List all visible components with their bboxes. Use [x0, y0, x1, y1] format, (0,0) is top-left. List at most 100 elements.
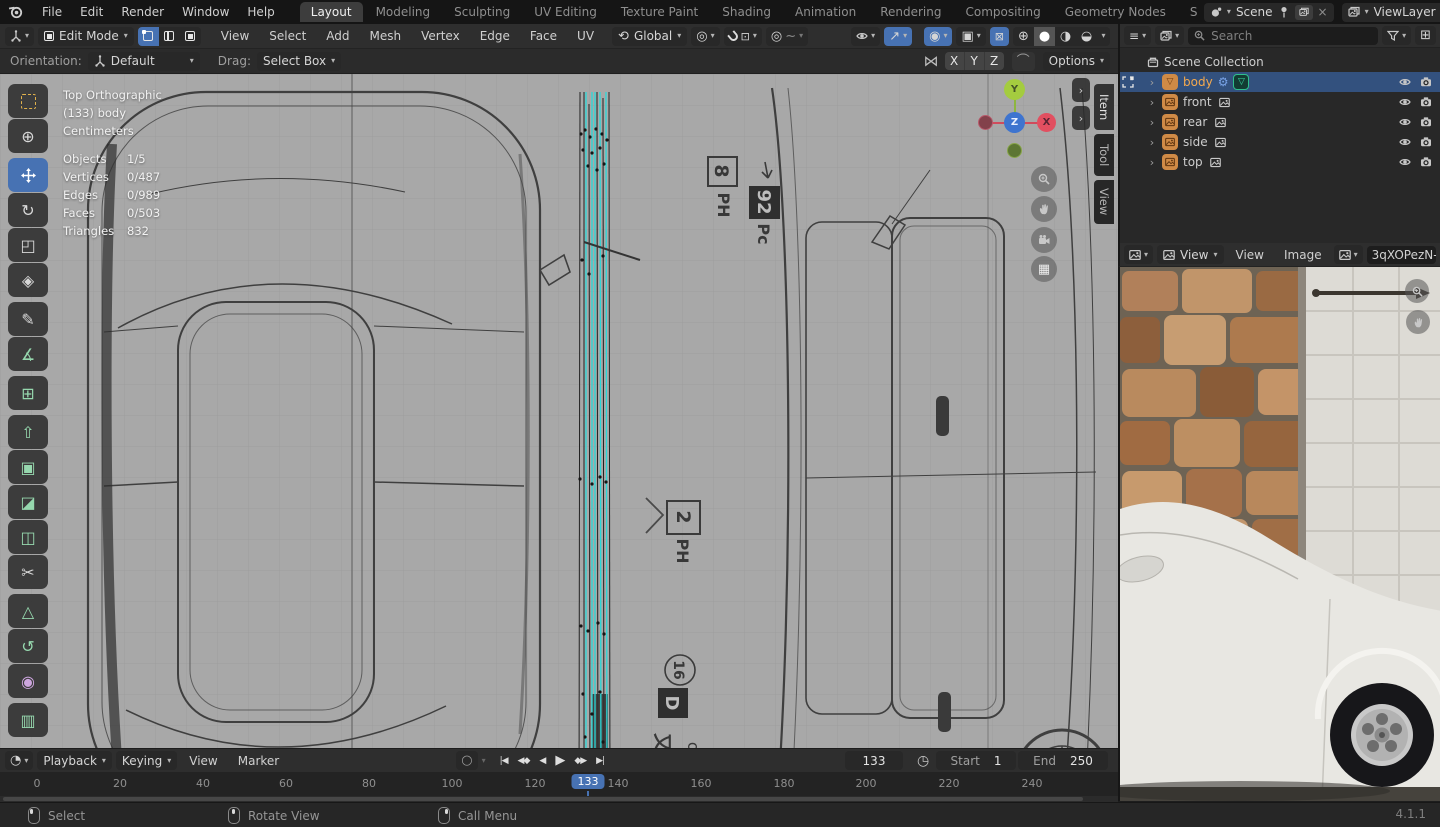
tool-move[interactable] [8, 158, 48, 192]
tab-scripting-truncated[interactable]: S [1179, 2, 1200, 22]
playhead[interactable]: 133 [571, 774, 605, 789]
tab-compositing[interactable]: Compositing [954, 2, 1051, 22]
outliner-row-rear[interactable]: › rear [1120, 112, 1440, 132]
gizmo-z-axis[interactable]: Z [1004, 112, 1025, 133]
blueprint-canvas[interactable]: 8 PH 92 Pc 2 PH 16 D 又は or 14 [0, 74, 1118, 748]
expand-icon[interactable]: › [1147, 96, 1157, 109]
pin-icon[interactable] [1278, 6, 1290, 18]
tool-poly-build[interactable]: △ [8, 594, 48, 628]
tool-inset-faces[interactable]: ▣ [8, 450, 48, 484]
auto-keying-dropdown[interactable]: ▾ [482, 756, 486, 765]
snap-group[interactable]: ⊡ ▾ [723, 26, 762, 46]
horizontal-scrollbar[interactable] [3, 797, 1083, 801]
options-dropdown[interactable]: Options ▾ [1042, 51, 1110, 71]
zoom-button[interactable] [1405, 279, 1429, 303]
tab-texture-paint[interactable]: Texture Paint [610, 2, 709, 22]
menu-view[interactable]: View [1228, 248, 1272, 262]
tool-add-cube[interactable]: ⊞ [8, 376, 48, 410]
auto-keying-toggle[interactable]: ○ [456, 751, 478, 770]
zoom-button[interactable] [1031, 166, 1057, 192]
axis-gizmo[interactable]: Y Z X [973, 78, 1063, 164]
disable-render-icon[interactable] [1420, 116, 1432, 128]
tool-spin[interactable]: ↺ [8, 629, 48, 663]
transform-orientation-dropdown[interactable]: ⟲ Global ▾ [612, 26, 688, 46]
disable-render-icon[interactable] [1420, 96, 1432, 108]
vertex-select-button[interactable] [137, 26, 159, 46]
menu-face[interactable]: Face [522, 29, 565, 43]
gizmo-y-axis[interactable]: Y [1004, 79, 1025, 100]
menu-marker[interactable]: Marker [230, 754, 287, 768]
mode-dropdown[interactable]: Edit Mode ▾ [38, 26, 134, 46]
tool-edge-slide[interactable]: ▥ [8, 703, 48, 737]
rendered-shading-button[interactable]: ◒ [1076, 27, 1097, 46]
proportional-falloff-button[interactable]: ⌒ [1011, 51, 1035, 71]
tool-annotate[interactable]: ✎ [8, 302, 48, 336]
editor-type-button[interactable]: ▾ [5, 26, 35, 46]
image-editor-canvas[interactable] [1118, 267, 1440, 801]
orientation-dropdown[interactable]: Default ▾ [87, 51, 200, 71]
material-preview-button[interactable]: ◑ [1055, 27, 1076, 46]
menu-window[interactable]: Window [173, 5, 238, 19]
tab-modeling[interactable]: Modeling [365, 2, 442, 22]
viewport-3d[interactable]: 8 PH 92 Pc 2 PH 16 D 又は or 14 Top Orthog… [0, 74, 1118, 748]
tool-transform[interactable]: ◈ [8, 263, 48, 297]
tool-bevel[interactable]: ◪ [8, 485, 48, 519]
tab-shading[interactable]: Shading [711, 2, 782, 22]
start-frame-field[interactable]: Start 1 [936, 751, 1016, 770]
menu-render[interactable]: Render [112, 5, 173, 19]
hide-eye-icon[interactable] [1399, 136, 1411, 148]
menu-help[interactable]: Help [238, 5, 283, 19]
jump-to-end-button[interactable]: ▶| [592, 753, 608, 768]
menu-view[interactable]: View [213, 29, 257, 43]
tool-smooth[interactable]: ◉ [8, 664, 48, 698]
expand-icon[interactable]: › [1147, 76, 1157, 89]
menu-mesh[interactable]: Mesh [362, 29, 410, 43]
scene-selector[interactable]: ▾ Scene × [1203, 2, 1334, 22]
overlays-dropdown[interactable]: ◉ ▾ [924, 26, 953, 46]
outliner-row-side[interactable]: › side [1120, 132, 1440, 152]
gizmo-neg-y-axis[interactable] [1007, 143, 1022, 158]
image-browse-button[interactable]: ▾ [1333, 245, 1363, 264]
outliner-row-body[interactable]: › ▽ body ⚙ ▽ [1120, 72, 1440, 92]
tab-sculpting[interactable]: Sculpting [443, 2, 521, 22]
collapsed-panel-handle[interactable]: › [1072, 78, 1090, 102]
tab-uv-editing[interactable]: UV Editing [523, 2, 608, 22]
tool-cursor[interactable]: ⊕ [8, 119, 48, 153]
tool-loop-cut[interactable]: ◫ [8, 520, 48, 554]
solid-shading-button[interactable]: ● [1034, 26, 1055, 46]
search-box[interactable] [1188, 26, 1379, 45]
image-data-icon[interactable] [1208, 154, 1224, 170]
expand-icon[interactable]: › [1147, 136, 1157, 149]
edge-select-button[interactable] [159, 27, 180, 46]
playback-dropdown[interactable]: Playback ▾ [37, 751, 112, 770]
stopwatch-icon[interactable]: ◷ [917, 754, 929, 768]
new-scene-button[interactable] [1294, 4, 1313, 20]
expand-icon[interactable]: › [1147, 116, 1157, 129]
hide-eye-icon[interactable] [1399, 116, 1411, 128]
disable-render-icon[interactable] [1420, 136, 1432, 148]
prev-frame-button[interactable]: ◀ [535, 753, 549, 768]
pan-hand-button[interactable] [1406, 310, 1430, 334]
tab-layout[interactable]: Layout [299, 2, 363, 22]
menu-uv[interactable]: UV [569, 29, 602, 43]
image-data-icon[interactable] [1213, 134, 1229, 150]
tool-rotate[interactable]: ↻ [8, 193, 48, 227]
editor-type-button[interactable]: ▾ [1124, 245, 1154, 264]
gizmo-x-axis[interactable]: X [1037, 113, 1056, 132]
current-frame-field[interactable]: 133 [845, 751, 903, 770]
mirror-x-button[interactable]: X [945, 52, 965, 70]
sidebar-tab-view[interactable]: View [1094, 180, 1114, 224]
hide-eye-icon[interactable] [1399, 76, 1411, 88]
orthographic-toggle-button[interactable]: ▦ [1031, 256, 1057, 282]
menu-file[interactable]: File [33, 5, 71, 19]
outliner-display-mode[interactable]: ≡ ▾ [1124, 26, 1152, 45]
disable-render-icon[interactable] [1420, 156, 1432, 168]
tab-geometry-nodes[interactable]: Geometry Nodes [1054, 2, 1177, 22]
xray-toggle[interactable]: ⊠ [989, 26, 1009, 46]
next-keyframe-button[interactable]: ◆▶ [570, 753, 590, 768]
tool-scale[interactable]: ◰ [8, 228, 48, 262]
new-collection-button[interactable]: ⊞ [1415, 26, 1436, 45]
scene-collection-row[interactable]: Scene Collection [1120, 52, 1440, 72]
sidebar-tab-tool[interactable]: Tool [1094, 134, 1114, 176]
collapsed-panel-handle[interactable]: › [1072, 106, 1090, 130]
